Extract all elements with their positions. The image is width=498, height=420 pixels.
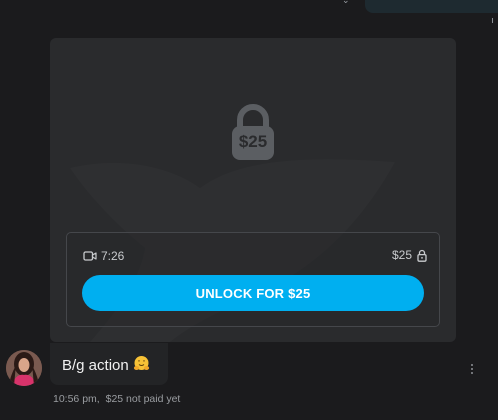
locked-media-card: $25 7:26 $25 UNLOCK FOR $25 — [50, 38, 456, 342]
video-duration: 7:26 — [83, 249, 124, 263]
padlock-icon — [417, 249, 427, 262]
message-body: B/g action — [62, 357, 129, 374]
unlock-button[interactable]: UNLOCK FOR $25 — [82, 275, 424, 311]
message-bubble: B/g action — [50, 343, 168, 385]
hugging-face-emoji — [133, 355, 150, 376]
video-camera-icon — [83, 251, 97, 261]
message-meta: 10:56 pm, $25 not paid yet — [53, 393, 180, 405]
divider — [492, 18, 493, 23]
lock-price-label: $25 — [238, 132, 268, 151]
media-info-panel: 7:26 $25 UNLOCK FOR $25 — [66, 232, 440, 327]
padlock-icon: $25 — [230, 104, 276, 162]
price-label: $25 — [391, 248, 412, 262]
duration-label: 7:26 — [101, 249, 125, 263]
media-price: $25 — [392, 248, 427, 262]
avatar[interactable] — [6, 350, 42, 386]
chevron-icon: ⌄ — [342, 0, 350, 5]
message-text: B/g action — [62, 355, 150, 376]
payment-status: $25 not paid yet — [105, 393, 181, 405]
chat-screen: ⌄ $25 7:26 $25 UNLOCK FOR $25 B/g action… — [0, 0, 498, 420]
message-time: 10:56 pm, — [53, 393, 100, 405]
vertical-ellipsis-icon[interactable] — [466, 361, 478, 377]
previous-message-bubble — [365, 0, 498, 13]
